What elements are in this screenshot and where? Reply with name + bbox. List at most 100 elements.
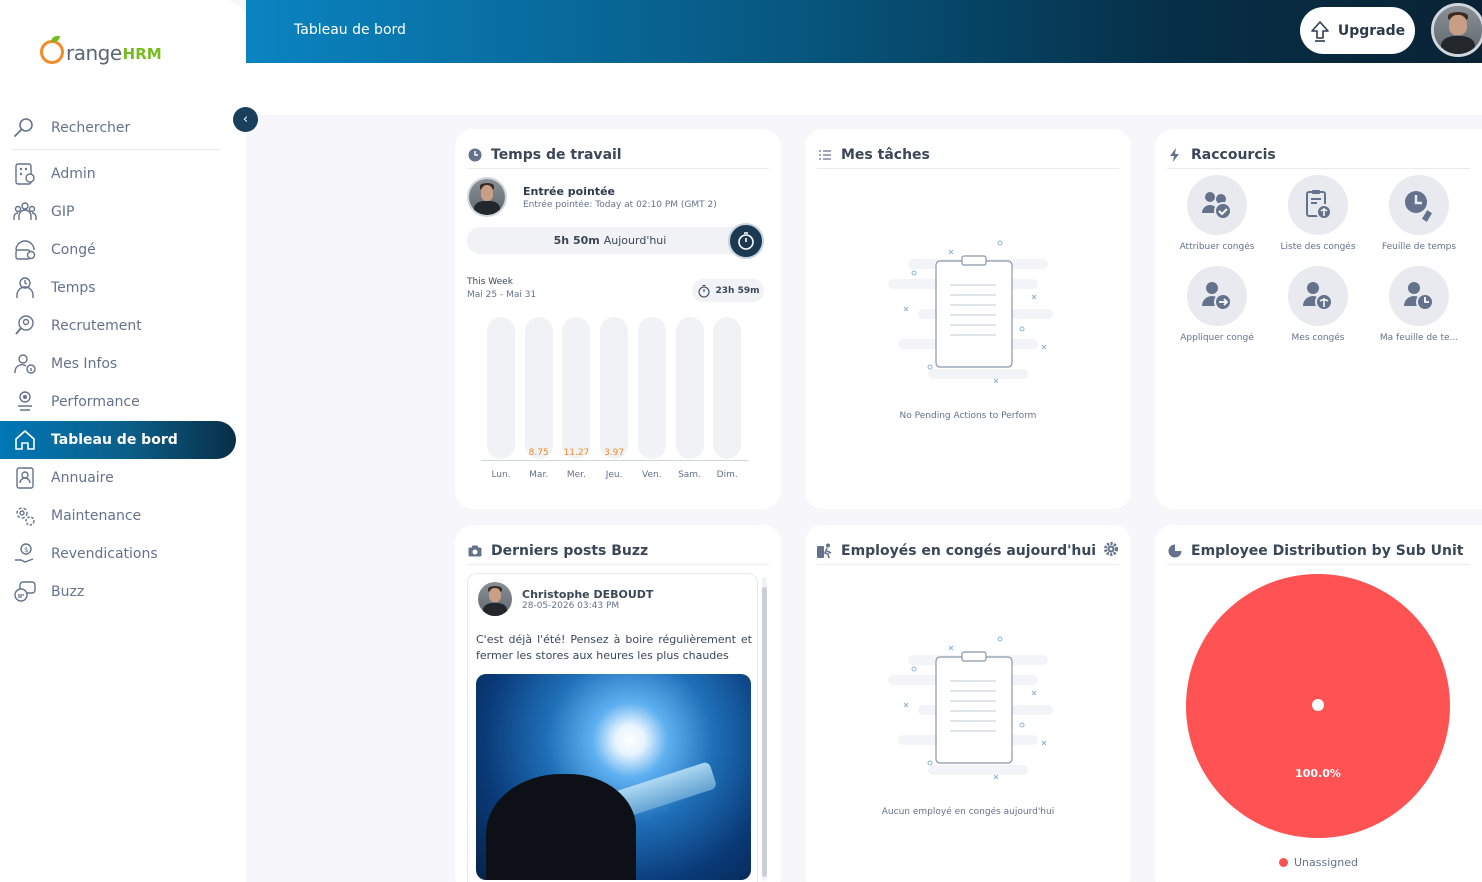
shortcut-circle [1288,175,1348,235]
chart-bar [562,317,591,459]
weekly-hours-chart: Lun. 8.75 Mar. 11.27 Mer. 3.97 Jeu. Ven. Sam. Dim… [481,317,751,487]
shortcut-circle [1389,175,1449,235]
sidebar-item-label: Buzz [51,584,85,600]
week-total-badge: 23h 59m [692,279,764,302]
sidebar-item-buzz[interactable]: Buzz [0,573,236,611]
upgrade-button[interactable]: Upgrade [1300,7,1415,54]
chart-value-label: 8.75 [528,448,549,458]
orangehrm-logo[interactable]: range HRM [40,28,162,64]
buzz-header: Derniers posts Buzz [467,537,769,565]
pie-slice-label: 100.0% [1295,767,1341,780]
shortcut-label: Attribuer congés [1179,242,1255,252]
sidebar: range HRM Rechercher Admin GIP Congé Tem… [0,0,246,882]
card-title: Derniers posts Buzz [491,542,649,559]
svg-text:$: $ [24,546,28,554]
clipboard-icon [888,240,1053,384]
leave-list-icon [1306,190,1332,220]
directory-icon [16,467,34,489]
timesheet-icon [1405,191,1435,223]
shortcut-my-leave[interactable]: Mes congés [1268,266,1368,343]
shortcut-assign-leave[interactable]: Attribuer congés [1167,175,1267,252]
card-title: Temps de travail [491,146,622,163]
chart-bar [600,317,629,459]
shortcuts-card: Raccourcis Attribuer congés Liste des co… [1155,129,1482,509]
sidebar-item-label: Congé [51,242,96,258]
shortcut-circle [1187,266,1247,326]
shortcut-label: Appliquer congé [1180,333,1254,343]
sidebar-item-time[interactable]: Temps [0,269,236,307]
empty-state-text: No Pending Actions to Perform [899,411,1037,421]
shortcut-apply-leave[interactable]: Appliquer congé [1167,266,1267,343]
sidebar-item-admin[interactable]: Admin [0,155,236,193]
post-text: C'est déjà l'été! Pensez à boire réguliè… [476,633,752,662]
clipboard-icon [888,636,1053,780]
sidebar-item-label: Admin [51,166,96,182]
sidebar-item-label: Maintenance [51,508,142,524]
week-label: This Week [467,277,513,287]
settings-gear-icon[interactable] [1103,541,1119,561]
upgrade-label: Upgrade [1337,22,1406,39]
time-icon [16,277,34,298]
stopwatch-icon [738,232,754,250]
chart-day-label: Mer. [566,470,586,480]
card-title: Employés en congés aujourd'hui [841,542,1097,559]
scrollbar-thumb[interactable] [762,587,767,877]
chart-bar [713,317,742,459]
punch-status: Entrée pointée Entrée pointée: Today at … [467,177,717,217]
shortcut-label: Ma feuille de te... [1379,333,1459,343]
pie-legend[interactable]: Unassigned [1155,856,1482,869]
shortcut-label: Feuille de temps [1381,242,1457,252]
logo-suffix: HRM [122,45,162,63]
employee-avatar [467,177,507,217]
shortcut-timesheet[interactable]: Feuille de temps [1369,175,1469,252]
today-hours-pill: 5h 50m Aujourd'hui [467,227,753,254]
sidebar-item-performance[interactable]: Performance [0,383,236,421]
sidebar-item-claim[interactable]: $ Revendications [0,535,236,573]
page-title: Tableau de bord [294,22,406,38]
clock-icon [467,147,483,163]
my-actions-header: Mes tâches [817,141,1119,169]
my-timesheet-icon [1404,282,1434,311]
chart-bar [637,317,666,459]
sidebar-item-label: Tableau de bord [51,432,178,448]
shortcut-leave-list[interactable]: Liste des congés [1268,175,1368,252]
shortcut-circle [1187,175,1247,235]
sidebar-item-label: Temps [51,280,96,296]
admin-icon [15,163,35,185]
chevron-left-icon: ‹ [242,112,249,127]
sidebar-search[interactable]: Rechercher [12,106,220,150]
sidebar-item-label: GIP [51,204,75,220]
punch-status-label: Entrée pointée [523,184,615,198]
sidebar-item-maintenance[interactable]: Maintenance [0,497,236,535]
sidebar-item-directory[interactable]: Annuaire [0,459,236,497]
card-title: Employee Distribution by Sub Unit [1191,542,1464,559]
apply-leave-icon [1202,282,1232,311]
sidebar-nav: Admin GIP Congé Temps Recrutement Mes In… [0,155,246,611]
time-at-work-card: Temps de travail Entrée pointée Entrée p… [455,129,781,509]
shortcut-my-timesheet[interactable]: Ma feuille de te... [1369,266,1469,343]
sidebar-item-gip[interactable]: GIP [0,193,236,231]
buzz-post[interactable]: Christophe DEBOUDT 28-05-2026 03:43 PM C… [467,573,758,882]
shortcut-label: Mes congés [1291,333,1345,343]
sidebar-collapse-button[interactable]: ‹ [233,107,258,132]
chart-bar [487,317,515,459]
week-total: 23h 59m [715,285,760,296]
buzz-scrollbar[interactable] [762,577,767,881]
chart-day-label: Lun. [491,470,511,480]
stopwatch-icon [697,284,710,298]
chart-value-label: 11.27 [563,448,590,458]
sidebar-item-leave[interactable]: Congé [0,231,236,269]
user-avatar[interactable] [1431,3,1482,57]
sidebar-item-dashboard[interactable]: Tableau de bord [0,421,236,459]
card-title: Mes tâches [841,146,930,163]
sidebar-item-my-info[interactable]: Mes Infos [0,345,236,383]
distribution-card: Employee Distribution by Sub Unit 100.0%… [1155,525,1482,882]
post-photo[interactable] [476,674,751,880]
upgrade-arrow-icon [1311,20,1329,42]
pie-center-dot [1312,699,1324,711]
chart-day-label: Sam. [678,470,701,480]
punch-timer-button[interactable] [728,223,764,259]
legend-swatch [1279,858,1288,867]
buzz-card: Derniers posts Buzz Christophe DEBOUDT 2… [455,525,781,882]
sidebar-item-recruitment[interactable]: Recrutement [0,307,236,345]
